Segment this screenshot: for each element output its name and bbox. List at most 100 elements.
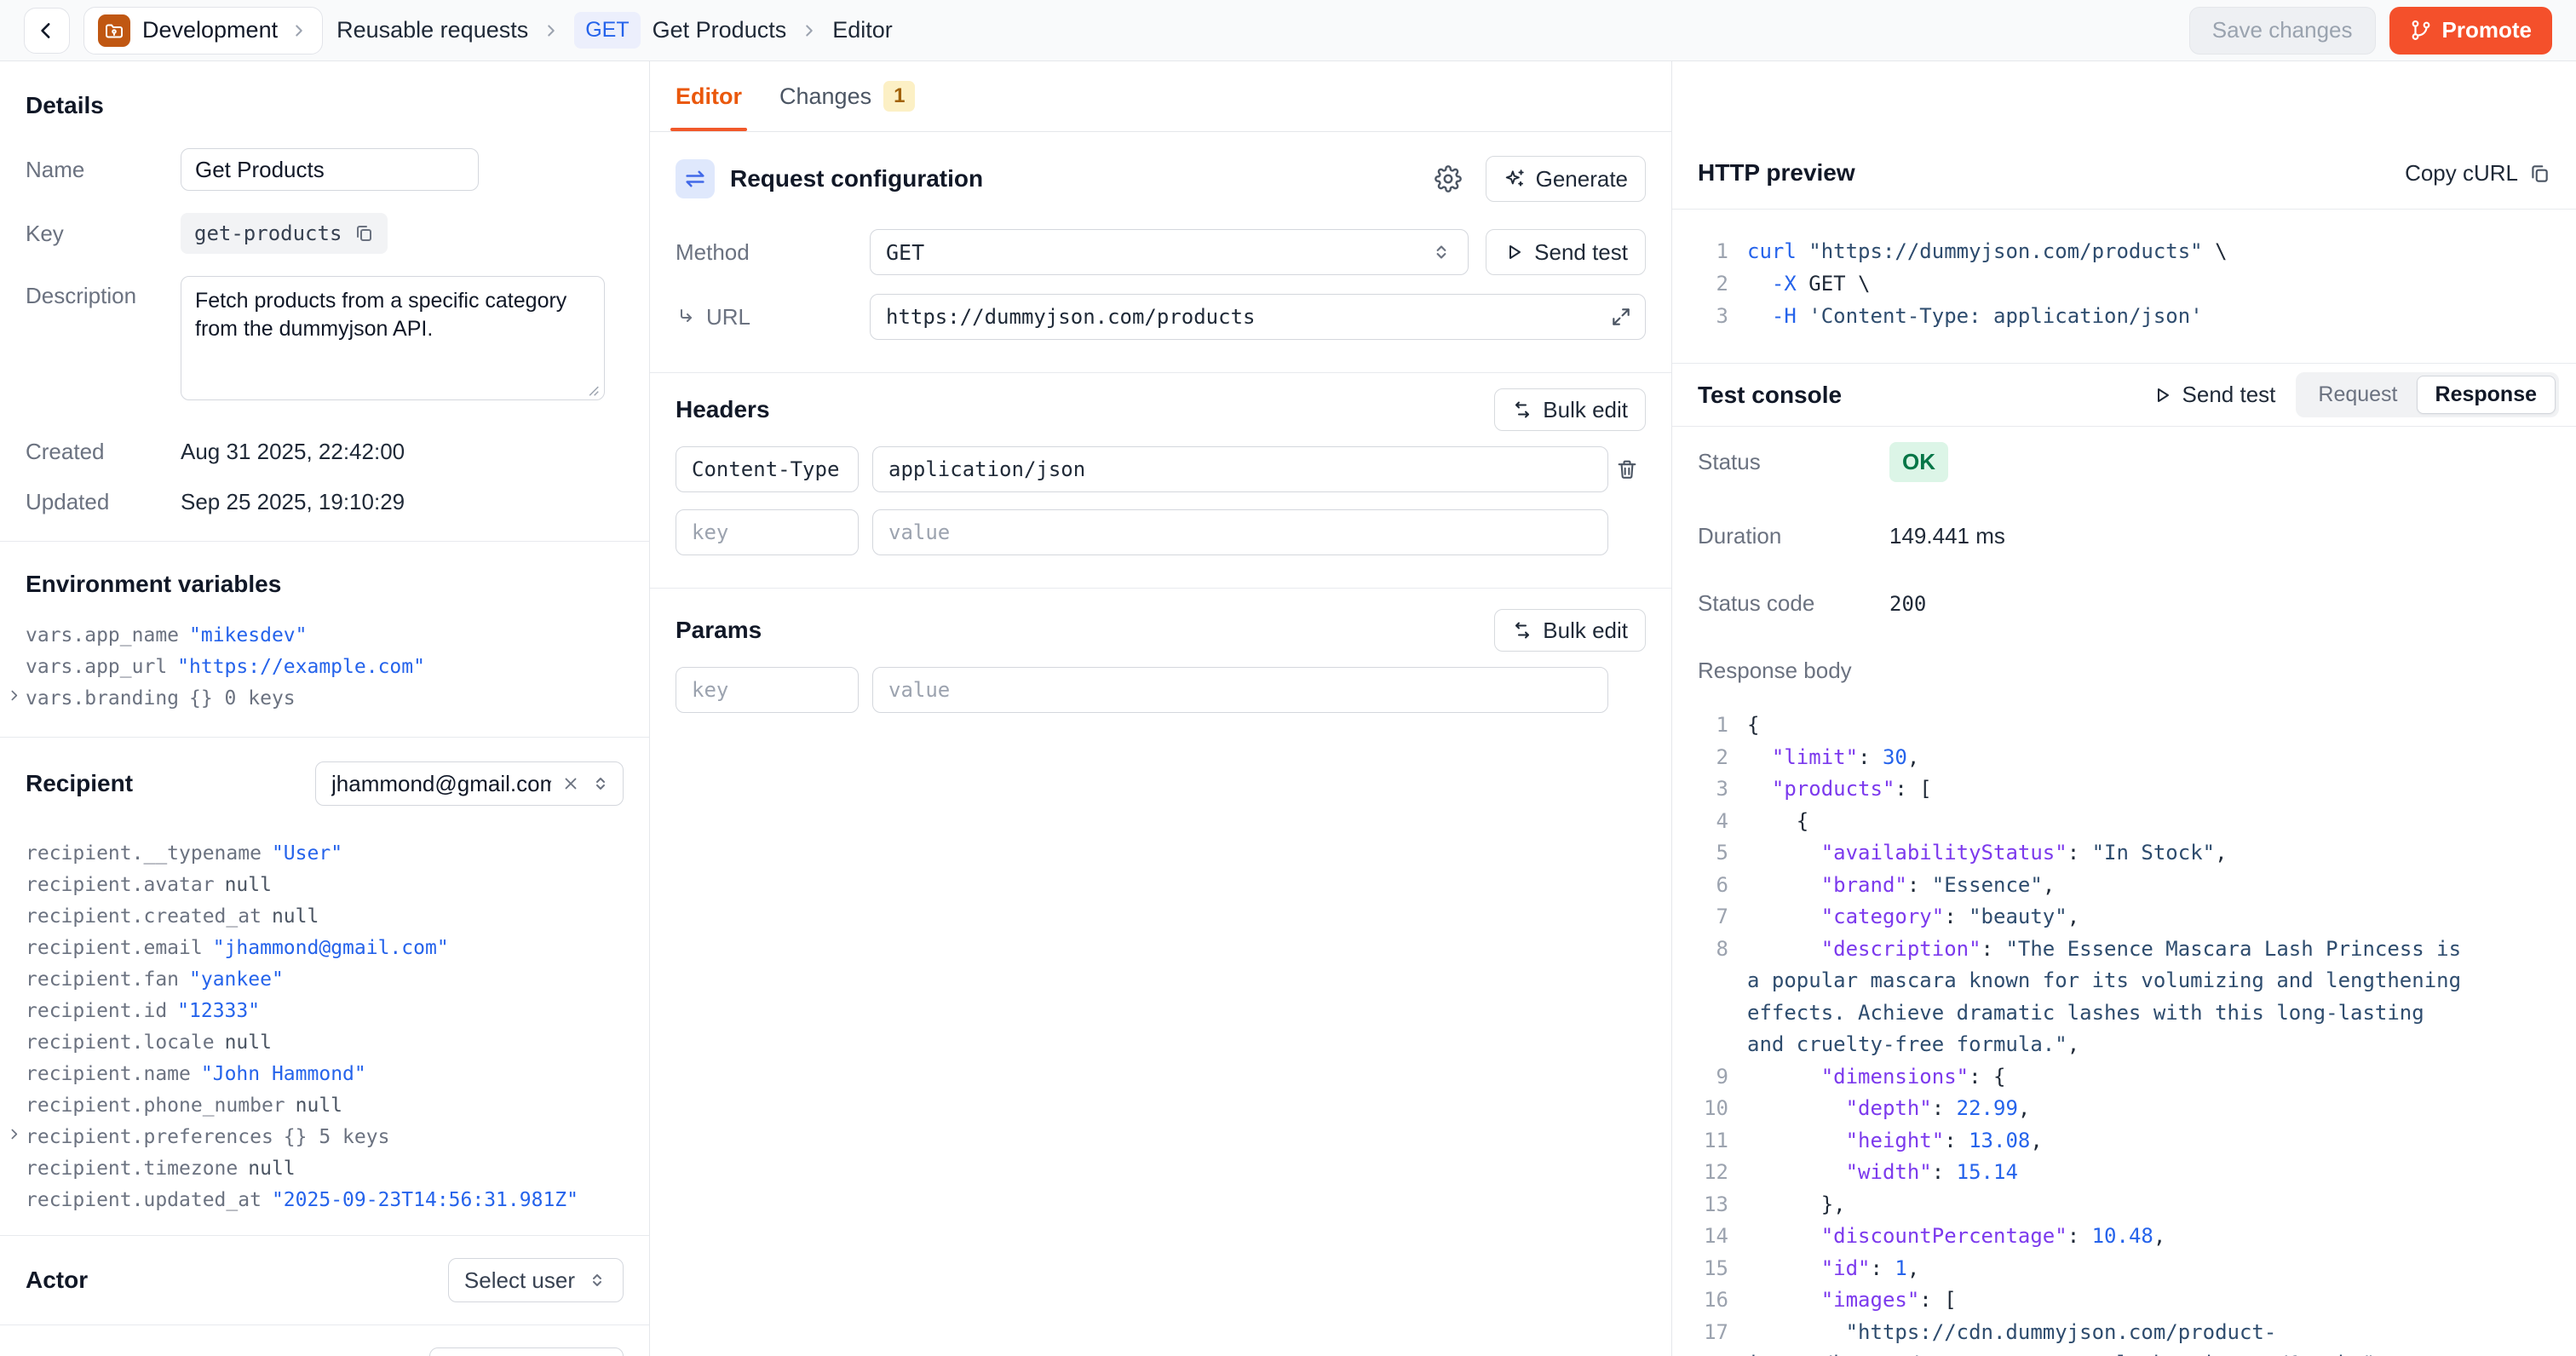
actor-label: Actor [26,1267,88,1294]
breadcrumb-reusable-requests[interactable]: Reusable requests [336,17,528,43]
actor-select[interactable]: Select user [448,1258,624,1302]
recipient-field-row: recipient.email"jhammond@gmail.com" [26,933,624,964]
toggle-request[interactable]: Request [2299,376,2416,414]
key-value-pill: get-products [181,213,388,254]
console-send-test-button[interactable]: Send test [2152,382,2276,408]
code-line: 2 -X GET \ [1698,267,2550,300]
param-value-input[interactable] [872,667,1608,713]
chevron-right-icon [542,21,561,40]
description-textarea[interactable]: Fetch products from a specific category … [181,276,605,400]
copy-curl-button[interactable]: Copy cURL [2405,160,2550,187]
promote-button[interactable]: Promote [2389,7,2552,55]
save-changes-button[interactable]: Save changes [2189,7,2376,55]
trash-icon[interactable] [1608,457,1646,481]
headers-title: Headers [676,396,770,423]
bulk-edit-icon [1512,399,1532,420]
recipient-field-row: recipient.preferences{} 5 keys [26,1122,624,1153]
code-line: 2 "limit": 30, [1698,742,2550,774]
url-label: URL [676,304,870,330]
env-vars-list: vars.app_name"mikesdev" vars.app_url"htt… [26,620,624,715]
tenant-select[interactable]: Select tenant [429,1347,624,1356]
toggle-response[interactable]: Response [2417,376,2556,414]
details-sidebar: Details Name Key get-products Descri [0,61,650,1356]
gear-icon[interactable] [1435,165,1462,192]
code-line: 7 "category": "beauty", [1698,901,2550,934]
expand-chevron-icon[interactable] [7,1127,21,1141]
development-folder-icon [98,14,130,47]
url-input[interactable] [870,294,1646,340]
header-value-input[interactable] [872,446,1608,492]
environment-switcher[interactable]: Development [83,7,323,55]
method-label: Method [676,239,870,266]
env-vars-title: Environment variables [26,571,624,598]
response-body-code: 1 { 2 "limit": 30, 3 "products": [ 4 { [1698,710,2550,1356]
headers-bulk-edit-button[interactable]: Bulk edit [1494,388,1646,431]
code-line: 14 "discountPercentage": 10.48, [1698,1221,2550,1253]
code-line: 11 "height": 13.08, [1698,1125,2550,1158]
header-key-input[interactable] [676,446,859,492]
status-code-label: Status code [1698,590,1889,617]
divider [0,737,649,738]
method-select[interactable]: GET [870,229,1469,275]
copy-icon[interactable] [354,223,374,244]
bulk-edit-icon [1512,620,1532,641]
recipient-field-row: recipient.avatarnull [26,870,624,901]
recipient-field-row: recipient.localenull [26,1027,624,1059]
updated-value: Sep 25 2025, 19:10:29 [181,489,405,515]
swap-arrows-icon [676,159,715,198]
test-console-title: Test console [1698,382,1842,409]
generate-button[interactable]: Generate [1486,156,1646,202]
test-console-body: Status OK Duration 149.441 ms Status cod… [1672,427,2576,1356]
description-label: Description [26,276,181,309]
code-line: 1 curl "https://dummyjson.com/products" … [1698,235,2550,267]
code-line: 6 "brand": "Essence", [1698,870,2550,902]
code-line: 17 "https://cdn.dummyjson.com/product-im… [1698,1317,2550,1356]
params-title: Params [676,617,762,644]
updated-label: Updated [26,489,181,515]
divider [650,372,1671,373]
duration-value: 149.441 ms [1889,523,2005,549]
sparkles-icon [1504,168,1526,190]
expand-icon[interactable] [1610,306,1632,328]
recipient-field-row: recipient.__typename"User" [26,838,624,870]
code-line: 5 "availabilityStatus": "In Stock", [1698,837,2550,870]
params-bulk-edit-button[interactable]: Bulk edit [1494,609,1646,652]
tab-changes[interactable]: Changes 1 [779,61,915,131]
recipient-field-row: recipient.name"John Hammond" [26,1059,624,1090]
status-badge: OK [1889,442,1948,482]
recipient-field-row: recipient.phone_numbernull [26,1090,624,1122]
request-configuration-header: Request configuration Generate [676,156,1646,202]
editor-tabs: Editor Changes 1 [650,61,1671,132]
code-line: 16 "images": [ [1698,1284,2550,1317]
chevron-left-icon [36,20,58,42]
recipient-field-row: recipient.timezonenull [26,1153,624,1185]
http-preview-header: HTTP preview Copy cURL [1672,61,2576,210]
divider [0,1324,649,1325]
status-label: Status [1698,449,1889,475]
git-branch-icon [2410,20,2432,42]
resize-handle-icon[interactable] [582,379,601,398]
tab-editor[interactable]: Editor [676,61,742,131]
name-input[interactable] [181,148,479,191]
header-value-input[interactable] [872,509,1608,555]
copy-icon [2528,163,2550,185]
recipient-combobox[interactable]: jhammond@gmail.com [315,761,624,806]
play-icon [1504,242,1524,262]
curl-preview-code: 1 curl "https://dummyjson.com/products" … [1672,210,2576,364]
recipient-field-row: recipient.fan"yankee" [26,964,624,996]
recipient-field-row: recipient.created_atnull [26,901,624,933]
code-line: 15 "id": 1, [1698,1253,2550,1285]
param-key-input[interactable] [676,667,859,713]
clear-icon[interactable] [561,774,580,793]
chevron-right-icon [800,21,819,40]
send-test-button[interactable]: Send test [1486,229,1646,275]
changes-count-badge: 1 [883,81,915,112]
corner-down-right-icon [676,307,696,327]
details-title: Details [26,92,624,119]
param-row-empty [676,667,1646,713]
breadcrumb-request-name[interactable]: Get Products [653,17,787,43]
recipient-field-row: recipient.id"12333" [26,996,624,1027]
header-key-input[interactable] [676,509,859,555]
expand-chevron-icon[interactable] [7,688,21,703]
back-button[interactable] [24,8,70,54]
